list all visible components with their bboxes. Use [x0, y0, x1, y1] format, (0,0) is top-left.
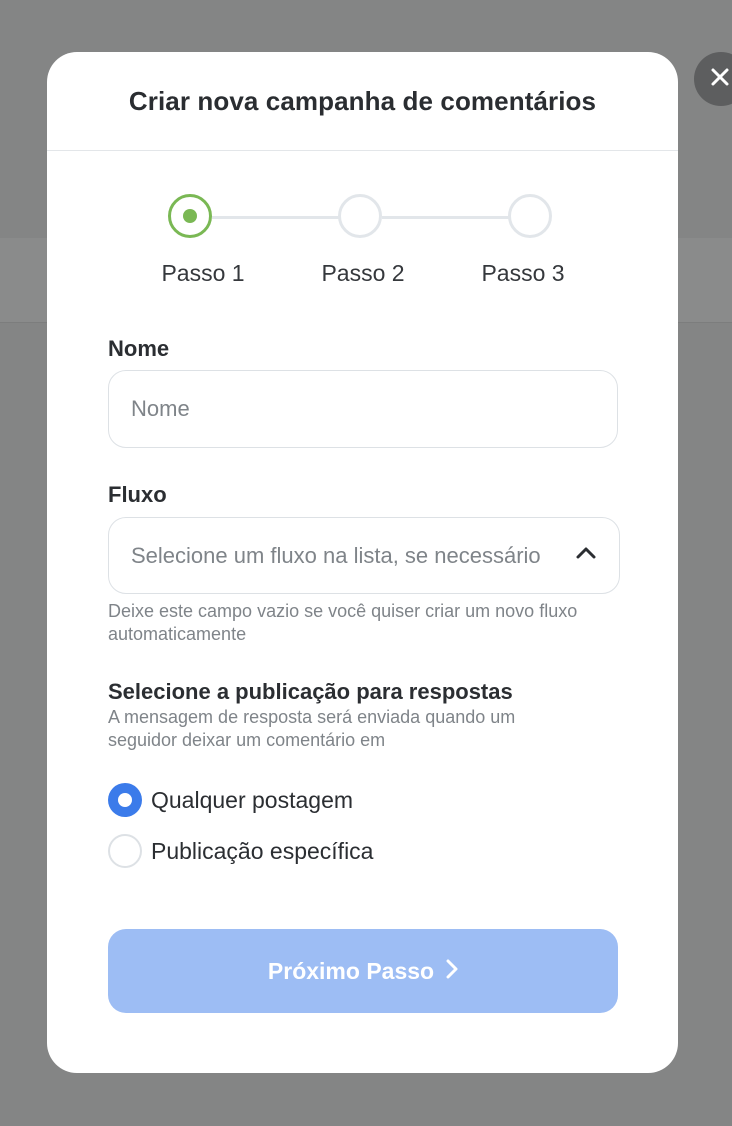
step-1-label: Passo 1: [161, 260, 245, 286]
step-2-label: Passo 2: [321, 260, 405, 286]
step-2-indicator: [338, 194, 382, 238]
next-step-button[interactable]: Próximo Passo: [108, 929, 618, 1013]
modal-header: Criar nova campanha de comentários: [47, 52, 678, 151]
step-3-indicator: [508, 194, 552, 238]
radio-specific-post-label: Publicação específica: [151, 837, 374, 864]
step-1-indicator: [168, 194, 212, 238]
chevron-up-icon: [575, 546, 597, 565]
flow-select-placeholder: Selecione um fluxo na lista, se necessár…: [131, 542, 541, 568]
radio-any-post[interactable]: Qualquer postagem: [108, 783, 353, 817]
name-label: Nome: [108, 336, 170, 361]
step-connector: [382, 216, 510, 219]
publication-section-title: Selecione a publicação para respostas: [108, 679, 513, 704]
close-icon: [711, 67, 730, 92]
flow-label: Fluxo: [108, 482, 167, 507]
name-input[interactable]: [108, 370, 618, 448]
radio-specific-post[interactable]: Publicação específica: [108, 834, 373, 868]
create-campaign-modal: Criar nova campanha de comentários Passo…: [47, 52, 678, 1073]
radio-specific-post-indicator[interactable]: [108, 834, 142, 868]
next-step-label: Próximo Passo: [267, 957, 435, 984]
flow-select[interactable]: Selecione um fluxo na lista, se necessár…: [108, 517, 620, 594]
chevron-right-icon: [434, 959, 458, 984]
radio-any-post-label: Qualquer postagem: [151, 786, 354, 813]
step-3-label: Passo 3: [481, 260, 565, 286]
step-connector: [212, 216, 340, 219]
publication-description: A mensagem de resposta será enviada quan…: [108, 707, 516, 750]
modal-title: Criar nova campanha de comentários: [128, 85, 597, 116]
radio-any-post-indicator[interactable]: [108, 783, 142, 817]
flow-help-text: Deixe este campo vazio se você quiser cr…: [108, 601, 578, 644]
